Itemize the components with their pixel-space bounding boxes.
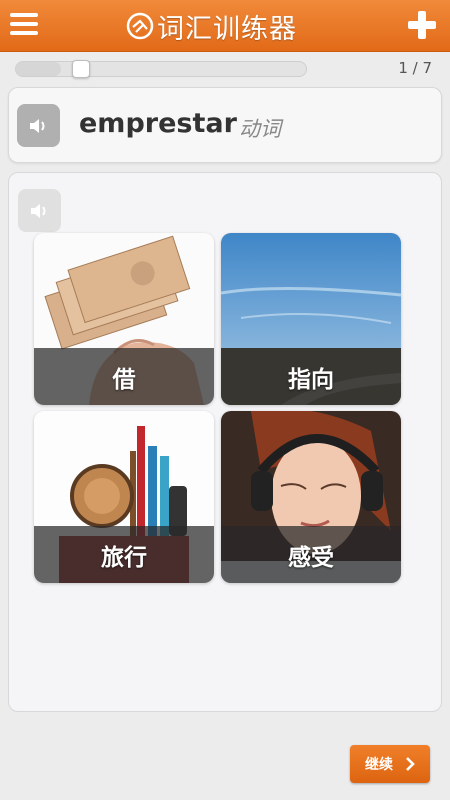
speaker-icon: [31, 204, 46, 218]
answer-option-label: 借: [34, 348, 214, 405]
progress-bar: [15, 60, 307, 78]
progress-fill: [16, 62, 61, 76]
answer-option[interactable]: 旅行: [34, 411, 214, 583]
answer-option[interactable]: 指向: [221, 233, 401, 405]
answer-option[interactable]: 感受: [221, 411, 401, 583]
answer-option-label: 感受: [221, 526, 401, 583]
answer-option-label: 旅行: [34, 526, 214, 583]
answer-option-label: 指向: [221, 348, 401, 405]
progress-counter: 1 / 7: [398, 59, 432, 77]
quiz-panel: 借 指向 旅行 感受: [8, 172, 442, 712]
quiz-audio-button[interactable]: [18, 189, 61, 232]
speaker-icon: [30, 119, 45, 133]
chevron-right-icon: [406, 757, 415, 771]
hamburger-menu-icon[interactable]: [10, 13, 38, 37]
app-title: 词汇训练器: [157, 13, 297, 45]
answer-option[interactable]: 借: [34, 233, 214, 405]
continue-label: 继续: [365, 757, 393, 773]
app-header: 词汇训练器: [0, 0, 450, 52]
word-card: emprestar 动词: [8, 87, 442, 163]
word-text: emprestar: [79, 108, 237, 139]
app-logo-icon: [126, 12, 154, 40]
plus-icon[interactable]: [408, 11, 436, 39]
part-of-speech: 动词: [239, 117, 281, 141]
progress-handle[interactable]: [72, 60, 90, 78]
app-title-group: 词汇训练器: [125, 6, 297, 46]
word-audio-button[interactable]: [17, 104, 60, 147]
continue-button[interactable]: 继续: [350, 745, 430, 783]
